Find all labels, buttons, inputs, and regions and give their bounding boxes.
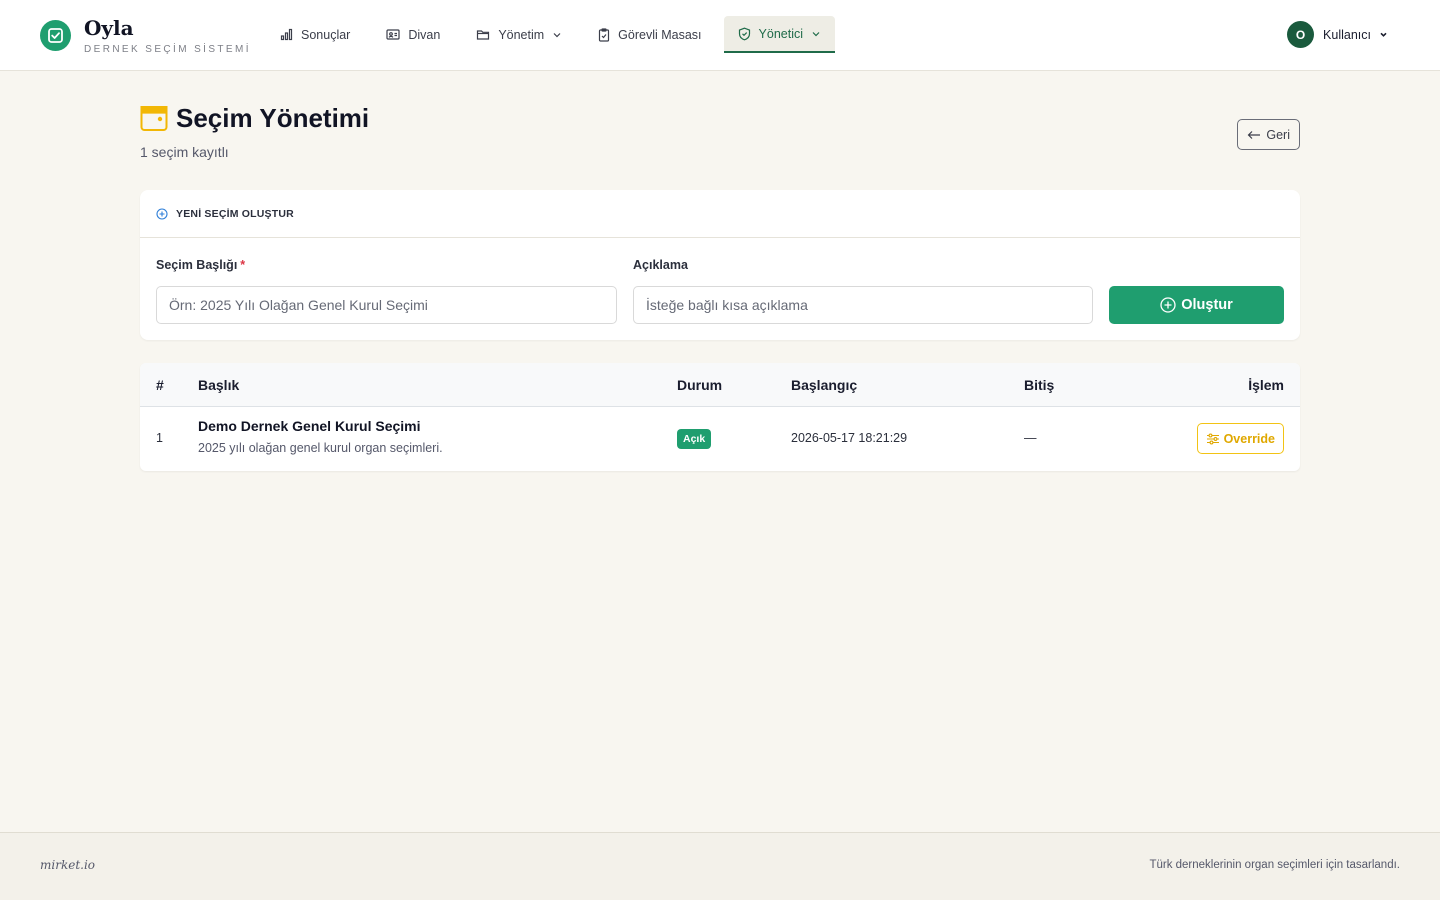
page-subtitle: 1 seçim kayıtlı	[140, 144, 229, 160]
brand[interactable]: Oyla DERNEK SEÇİM SİSTEMİ	[40, 12, 251, 58]
elections-table: # Başlık Durum Başlangıç Bitiş İşlem 1 D…	[140, 363, 1300, 471]
column-title: Başlık	[198, 377, 240, 393]
row-end: —	[1024, 431, 1037, 445]
arrow-left-icon	[1248, 130, 1261, 139]
back-label: Geri	[1266, 127, 1290, 142]
footer-tagline: Türk derneklerinin organ seçimleri için …	[1149, 859, 1400, 871]
election-title-input[interactable]	[156, 286, 617, 324]
page-title: Seçim Yönetimi	[176, 102, 370, 133]
election-title-label: Seçim Başlığı	[156, 258, 238, 272]
app-subtitle: DERNEK SEÇİM SİSTEMİ	[84, 43, 251, 55]
avatar: O	[1287, 21, 1315, 48]
table-row: 1 Demo Dernek Genel Kurul Seçimi 2025 yı…	[140, 407, 1300, 471]
description-field: Açıklama	[633, 258, 1093, 324]
row-title: Demo Dernek Genel Kurul Seçimi	[198, 418, 421, 434]
nav-item-management[interactable]: Yönetim	[462, 16, 576, 53]
row-description: 2025 yılı olağan genel kurul organ seçim…	[198, 441, 443, 455]
status-cell: Açık	[677, 429, 712, 449]
create-election-card: YENİ SEÇİM OLUŞTUR Seçim Başlığı* Açıkla…	[140, 190, 1300, 340]
calendar-icon	[140, 106, 168, 131]
shield-icon	[738, 27, 750, 40]
nav-label: Divan	[408, 27, 441, 42]
row-title-cell: Demo Dernek Genel Kurul Seçimi 2025 yılı…	[198, 418, 443, 455]
nav-label: Sonuçlar	[301, 27, 351, 42]
page-header: Seçim Yönetimi 1 seçim kayıtlı Geri	[140, 102, 1300, 162]
id-card-icon	[386, 29, 400, 40]
footer-brand-link[interactable]: mirket.io	[40, 858, 95, 872]
footer: mirket.io Türk derneklerinin organ seçim…	[0, 832, 1440, 900]
nav-label: Görevli Masası	[618, 27, 702, 42]
nav-label: Yönetici	[758, 26, 804, 41]
column-status: Durum	[677, 377, 723, 393]
back-button[interactable]: Geri	[1237, 119, 1300, 150]
chevron-down-icon	[553, 32, 561, 37]
sliders-icon	[1206, 433, 1219, 444]
create-button[interactable]: Oluştur	[1109, 286, 1284, 324]
override-label: Override	[1223, 431, 1275, 446]
caret-down-icon	[1380, 32, 1387, 37]
user-name: Kullanıcı	[1323, 27, 1371, 42]
column-end: Bitiş	[1024, 377, 1055, 393]
column-index: #	[156, 377, 164, 393]
folder-icon	[477, 30, 490, 40]
chevron-down-icon	[812, 31, 820, 36]
card-heading: YENİ SEÇİM OLUŞTUR	[176, 207, 294, 220]
column-action: İşlem	[1248, 377, 1284, 393]
user-menu[interactable]: O Kullanıcı	[1287, 21, 1388, 48]
override-button[interactable]: Override	[1196, 423, 1284, 454]
required-mark: *	[240, 258, 246, 272]
nav-item-results[interactable]: Sonuçlar	[266, 16, 364, 53]
clipboard-check-icon	[599, 27, 610, 42]
app-name: Oyla	[84, 15, 134, 40]
main-nav: Sonuçlar Divan Yönetim Görevli Masası Yö…	[266, 16, 843, 53]
row-start: 2026-05-17 18:21:29	[791, 431, 908, 445]
top-navbar: Oyla DERNEK SEÇİM SİSTEMİ Sonuçlar Divan…	[0, 0, 1440, 71]
bar-chart-icon	[280, 28, 293, 41]
table-header: # Başlık Durum Başlangıç Bitiş İşlem	[140, 363, 1300, 407]
status-badge: Açık	[677, 429, 712, 449]
nav-item-divan[interactable]: Divan	[372, 16, 454, 53]
plus-circle-icon	[1160, 297, 1176, 313]
description-input[interactable]	[633, 286, 1093, 324]
card-header: YENİ SEÇİM OLUŞTUR	[140, 190, 1300, 238]
description-label: Açıklama	[633, 258, 688, 272]
ballot-check-icon	[40, 19, 71, 51]
column-start: Başlangıç	[791, 377, 858, 393]
nav-label: Yönetim	[498, 27, 545, 42]
create-label: Oluştur	[1181, 297, 1233, 313]
election-title-field: Seçim Başlığı *	[156, 258, 617, 324]
plus-circle-icon	[156, 207, 168, 220]
nav-item-admin[interactable]: Yönetici	[723, 16, 836, 53]
row-index: 1	[156, 431, 163, 445]
nav-item-officer-desk[interactable]: Görevli Masası	[584, 16, 715, 53]
